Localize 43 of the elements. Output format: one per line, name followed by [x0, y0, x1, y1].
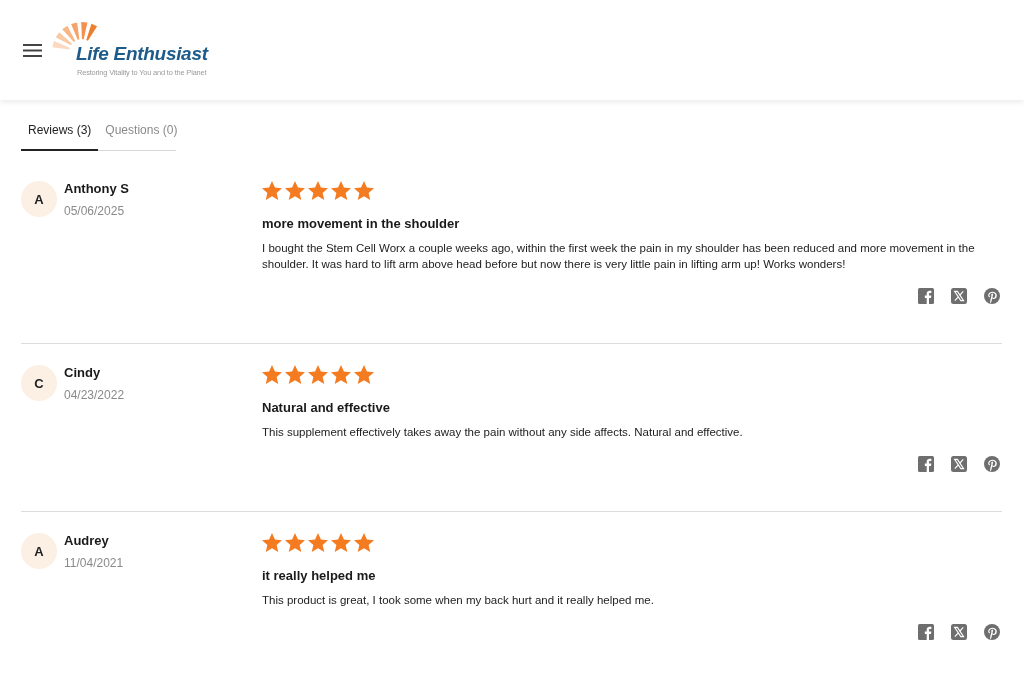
pinterest-icon[interactable]	[984, 624, 1000, 640]
star-icon	[354, 532, 374, 552]
star-icon	[331, 364, 351, 384]
reviewer-name: Anthony S	[64, 180, 129, 198]
review-text: This product is great, I took some when my back hurt and it really helped me.	[262, 593, 655, 608]
tab[interactable]: Questions (0)	[98, 113, 185, 151]
tab[interactable]: Reviews (3)	[21, 113, 99, 151]
star-icon	[285, 532, 305, 552]
star-icon	[308, 532, 328, 552]
star-icon	[262, 180, 282, 200]
reviewer-name: Cindy	[64, 364, 102, 382]
user-avatar: A	[21, 181, 57, 217]
star-icon	[262, 364, 282, 384]
x-icon[interactable]	[951, 288, 967, 304]
review-date: 05/06/2025	[64, 203, 126, 220]
star-icon	[308, 364, 328, 384]
x-icon[interactable]	[951, 624, 967, 640]
star-icon	[285, 364, 305, 384]
star-icon	[354, 364, 374, 384]
facebook-icon[interactable]	[918, 456, 934, 472]
review-title: Natural and effective	[262, 399, 391, 417]
user-avatar: C	[21, 365, 57, 401]
star-icon	[331, 180, 351, 200]
review-text: I bought the Stem Cell Worx a couple weeks ago, within the first week the pain in my shoulder has been reduced and more movement in the shoulder. It was hard to lift arm above head before but now there is very little pain in lifting arm up! Works wonders!	[262, 241, 976, 272]
review-date: 11/04/2021	[64, 555, 124, 572]
review-date: 04/23/2022	[64, 387, 125, 404]
brand-name: Life Enthusiast	[76, 44, 208, 63]
user-avatar: A	[21, 533, 57, 569]
pinterest-icon[interactable]	[984, 456, 1000, 472]
star-icon	[262, 532, 282, 552]
star-icon	[308, 180, 328, 200]
menu-icon[interactable]	[23, 44, 42, 57]
facebook-icon[interactable]	[918, 288, 934, 304]
review-title: more movement in the shoulder	[262, 215, 461, 233]
review-text: This supplement effectively takes away the pain without any side affects. Natural and effective.	[262, 425, 744, 440]
pinterest-icon[interactable]	[984, 288, 1000, 304]
reviewer-name: Audrey	[64, 532, 110, 550]
star-icon	[354, 180, 374, 200]
review-title: it really helped me	[262, 567, 377, 585]
star-icon	[285, 180, 305, 200]
x-icon[interactable]	[951, 456, 967, 472]
star-icon	[331, 532, 351, 552]
facebook-icon[interactable]	[918, 624, 934, 640]
